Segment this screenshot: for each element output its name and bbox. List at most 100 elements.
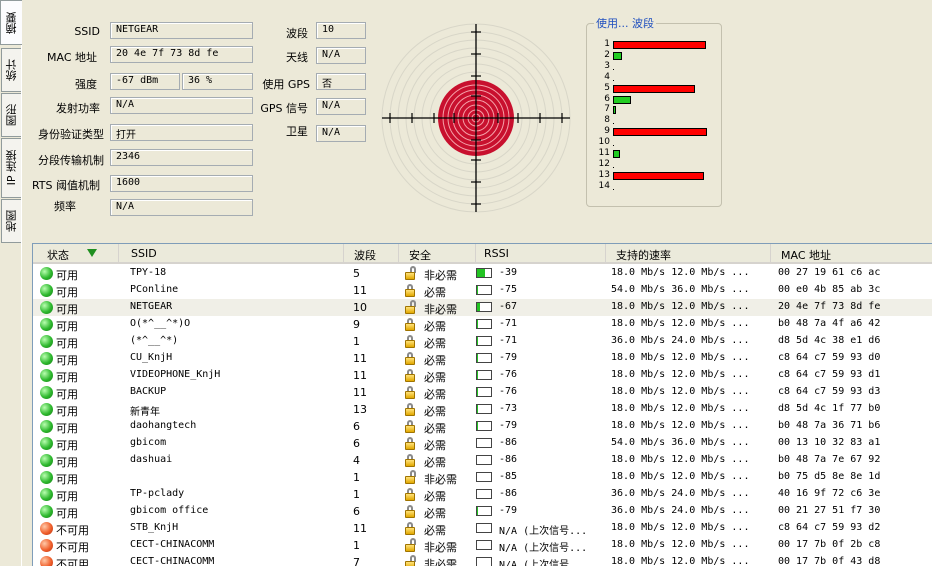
network-row[interactable]: 不可用 CECT-CHINACOMM 7 非必需 N/A (上次信号... 18.0 Mb… — [33, 554, 932, 566]
security-cell: 必需 — [424, 320, 446, 333]
security-cell: 必需 — [424, 405, 446, 418]
network-row[interactable]: 不可用 CECT-CHINACOMM 1 非必需 N/A (上次信号... 18.0 Mb… — [33, 537, 932, 554]
network-row[interactable]: 可用 新青年 13 必需 -73 18.0 Mb/s 12.0 Mb/s ... d8 5d… — [33, 401, 932, 418]
network-row[interactable]: 可用 CU_KnjH 11 必需 -79 18.0 Mb/s 12.0 Mb/s ... c… — [33, 350, 932, 367]
col-ssid[interactable]: SSID — [119, 244, 344, 264]
ssid-cell: CECT-CHINACOMM — [130, 556, 215, 566]
mac-cell: 00 e0 4b 85 ab 3c — [778, 284, 881, 295]
band-channel-number: 2 — [604, 49, 610, 60]
status-text: 可用 — [56, 354, 78, 367]
lock-closed-icon — [404, 437, 416, 450]
channel-cell: 6 — [353, 437, 360, 450]
band-usage-bar — [613, 74, 614, 81]
signal-meter-icon — [476, 302, 492, 312]
security-cell: 必需 — [424, 354, 446, 367]
mac-cell: d8 5d 4c 38 e1 d6 — [778, 335, 881, 346]
fragmentation-field: 2346 — [110, 149, 253, 166]
network-row[interactable]: 可用 1 非必需 -85 18.0 Mb/s 12.0 Mb/s ... b0 75 d5… — [33, 469, 932, 486]
channel-cell: 11 — [353, 369, 367, 382]
rates-cell: 18.0 Mb/s 12.0 Mb/s ... — [611, 369, 750, 380]
status-available-icon — [40, 403, 53, 416]
rates-cell: 18.0 Mb/s 12.0 Mb/s ... — [611, 420, 750, 431]
mac-cell: c8 64 c7 59 93 d1 — [778, 369, 881, 380]
ssid-cell: PConline — [130, 284, 179, 295]
status-text: 可用 — [56, 473, 78, 486]
network-row[interactable]: 可用 daohangtech 6 必需 -79 18.0 Mb/s 12.0 Mb/s .… — [33, 418, 932, 435]
col-rssi-label: RSSI — [484, 247, 509, 260]
tab-statistics[interactable]: 统计 — [1, 48, 21, 92]
tab-ip-connections-label: IP 连接 — [4, 150, 18, 186]
ssid-cell: 新青年 — [130, 407, 160, 418]
col-mac[interactable]: MAC 地址 — [771, 244, 932, 264]
rates-cell: 18.0 Mb/s 12.0 Mb/s ... — [611, 318, 750, 329]
mac-cell: d8 5d 4c 1f 77 b0 — [778, 403, 881, 414]
network-row[interactable]: 可用 NETGEAR 10 非必需 -67 18.0 Mb/s 12.0 Mb/s ...… — [33, 299, 932, 316]
security-cell: 非必需 — [424, 541, 457, 554]
ssid-cell: STB_KnjH — [130, 522, 179, 533]
status-available-icon — [40, 437, 53, 450]
status-unavailable-icon — [40, 539, 53, 552]
rssi-cell: -79 — [499, 505, 518, 516]
tab-graphs[interactable]: 图形 — [1, 93, 21, 137]
list-header: 状态 SSID 波段 安全 RSSI 支持的速率 MAC 地址 — [33, 244, 932, 264]
rssi-cell: -86 — [499, 437, 518, 448]
network-row[interactable]: 可用 TPY-18 5 非必需 -39 18.0 Mb/s 12.0 Mb/s ... 00… — [33, 265, 932, 282]
mac-cell: 00 21 27 51 f7 30 — [778, 505, 881, 516]
status-text: 不可用 — [56, 524, 89, 537]
signal-meter-icon — [476, 523, 492, 533]
network-row[interactable]: 可用 BACKUP 11 必需 -76 18.0 Mb/s 12.0 Mb/s ... c8… — [33, 384, 932, 401]
mac-label: MAC 地址 — [47, 51, 97, 64]
network-row[interactable]: 可用 O(*^__^*)O 9 必需 -71 18.0 Mb/s 12.0 Mb/s ..… — [33, 316, 932, 333]
rssi-cell: N/A (上次信号... — [499, 560, 588, 566]
mac-cell: 00 27 19 61 c6 ac — [778, 267, 881, 278]
rssi-cell: N/A (上次信号... — [499, 526, 588, 537]
lock-closed-icon — [404, 335, 416, 348]
status-text: 可用 — [56, 456, 78, 469]
ssid-cell: VIDEOPHONE_KnjH — [130, 369, 221, 380]
lock-closed-icon — [404, 369, 416, 382]
rssi-cell: -71 — [499, 335, 518, 346]
mac-cell: 00 17 7b 0f 2b c8 — [778, 539, 881, 550]
security-cell: 必需 — [424, 286, 446, 299]
status-available-icon — [40, 318, 53, 331]
ssid-cell: CU_KnjH — [130, 352, 173, 363]
tab-ip-connections[interactable]: IP 连接 — [1, 138, 21, 198]
col-channel[interactable]: 波段 — [344, 244, 399, 264]
mac-cell: c8 64 c7 59 93 d0 — [778, 352, 881, 363]
tab-graphs-label: 图形 — [4, 104, 18, 126]
tab-map[interactable]: 地图 — [1, 199, 21, 243]
band-channel-number: 14 — [598, 180, 610, 191]
ssid-cell: (*^__^*) — [130, 335, 179, 346]
band-channel-number: 13 — [598, 169, 610, 180]
tab-summary-label: 摘要 — [4, 11, 18, 34]
fragmentation-label: 分段传输机制 — [38, 154, 104, 167]
ssid-cell: daohangtech — [130, 420, 197, 431]
network-row[interactable]: 可用 gbicom office 6 必需 -79 36.0 Mb/s 24.0 Mb/s… — [33, 503, 932, 520]
network-row[interactable]: 可用 PConline 11 必需 -75 54.0 Mb/s 36.0 Mb/s ...… — [33, 282, 932, 299]
network-row[interactable]: 可用 (*^__^*) 1 必需 -71 36.0 Mb/s 24.0 Mb/s ... d… — [33, 333, 932, 350]
col-status[interactable]: 状态 — [33, 244, 119, 264]
network-row[interactable]: 可用 gbicom 6 必需 -86 54.0 Mb/s 36.0 Mb/s ... 00 … — [33, 435, 932, 452]
network-row[interactable]: 不可用 STB_KnjH 11 必需 N/A (上次信号... 18.0 Mb/s 12.… — [33, 520, 932, 537]
tab-summary[interactable]: 摘要 — [0, 0, 22, 45]
rts-field: 1600 — [110, 175, 253, 192]
col-security[interactable]: 安全 — [399, 244, 476, 264]
lock-closed-icon — [404, 386, 416, 399]
network-row[interactable]: 可用 VIDEOPHONE_KnjH 11 必需 -76 18.0 Mb/s 12.0 M… — [33, 367, 932, 384]
status-text: 可用 — [56, 388, 78, 401]
col-rssi[interactable]: RSSI — [476, 244, 606, 264]
gps-signal-label: GPS 信号 — [260, 102, 308, 115]
col-rates[interactable]: 支持的速率 — [606, 244, 771, 264]
ssid-cell: gbicom — [130, 437, 167, 448]
status-available-icon — [40, 488, 53, 501]
status-text: 可用 — [56, 422, 78, 435]
power-field: N/A — [110, 97, 253, 114]
network-row[interactable]: 可用 dashuai 4 必需 -86 18.0 Mb/s 12.0 Mb/s ... b0… — [33, 452, 932, 469]
col-rates-label: 支持的速率 — [616, 249, 671, 262]
ssid-field: NETGEAR — [110, 22, 253, 39]
band-channel-number: 1 — [604, 39, 610, 49]
network-row[interactable]: 可用 TP-pclady 1 必需 -86 36.0 Mb/s 24.0 Mb/s ...… — [33, 486, 932, 503]
network-list[interactable]: 状态 SSID 波段 安全 RSSI 支持的速率 MAC 地址 可用 TPY-18… — [32, 243, 932, 566]
rates-cell: 36.0 Mb/s 24.0 Mb/s ... — [611, 335, 750, 346]
channel-cell: 4 — [353, 454, 360, 467]
